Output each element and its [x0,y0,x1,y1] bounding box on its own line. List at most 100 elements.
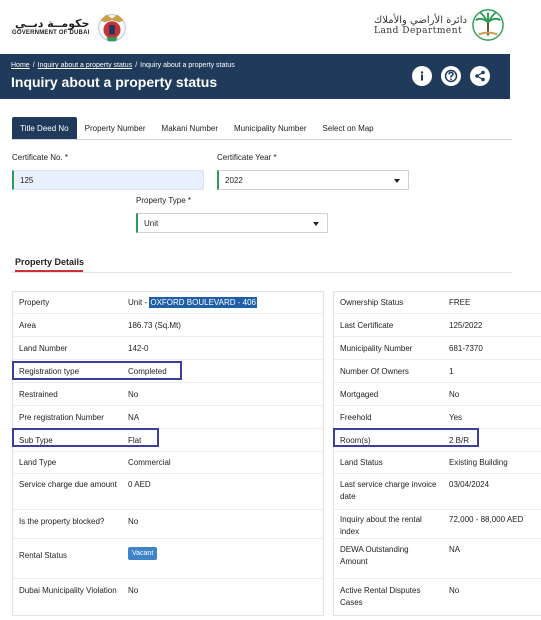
detail-row-mortgaged: Mortgaged No [334,383,541,406]
info-icon[interactable] [412,66,432,86]
property-details-left-panel: Property Unit - OXFORD BOULEVARD - 406 A… [12,291,324,616]
detail-key: Freehold [340,413,372,422]
detail-value: FREE [449,298,471,307]
detail-key: Is the property blocked? [19,517,105,526]
detail-value-highlighted: OXFORD BOULEVARD - 406 [149,297,257,308]
detail-value: Commercial [128,458,171,467]
detail-row-rental-status: Rental Status Vacant [13,539,323,579]
tab-municipality-number[interactable]: Municipality Number [226,117,314,139]
detail-value: 72,000 - 88,000 AED [449,515,524,524]
detail-key: Number Of Owners [340,367,409,376]
detail-row-last-service-charge-date: Last service charge invoice date 03/04/2… [334,474,541,510]
detail-value: 0 AED [128,480,151,489]
detail-key: Pre registration Number [19,413,104,422]
detail-key: Last Certificate [340,321,394,330]
breadcrumb: Home / Inquiry about a property status / Inq… [11,62,235,69]
breadcrumb-home-link[interactable]: Home [11,62,30,69]
property-details-right-panel: Ownership Status FREE Last Certificate 1… [333,291,541,616]
detail-row-land-number: Land Number 142-0 [13,337,323,360]
detail-row-land-type: Land Type Commercial [13,452,323,474]
certificate-year-select[interactable]: 2022 [217,170,409,190]
detail-row-property-blocked: Is the property blocked? No [13,510,323,539]
detail-row-property: Property Unit - OXFORD BOULEVARD - 406 [13,292,323,314]
government-of-dubai-logo[interactable]: حكومــة دبــي GOVERNMENT OF DUBAI [12,6,131,46]
certificate-year-value: 2022 [225,175,243,185]
detail-key: Area [19,321,36,330]
help-icon[interactable] [441,66,461,86]
detail-row-ownership-status: Ownership Status FREE [334,292,541,314]
section-divider [12,272,512,273]
detail-row-dm-violation: Dubai Municipality Violation No [13,579,323,616]
tab-select-on-map[interactable]: Select on Map [314,117,381,139]
detail-key: Land Status [340,458,383,467]
header-actions [412,66,490,86]
page-header: Home / Inquiry about a property status / Inq… [0,54,510,99]
detail-key: Mortgaged [340,390,379,399]
detail-value: No [128,390,139,399]
gov-english-text: GOVERNMENT OF DUBAI [12,29,90,36]
breadcrumb-separator: / [135,62,138,69]
detail-key: Dubai Municipality Violation [19,586,117,595]
share-icon[interactable] [470,66,490,86]
certificate-no-input[interactable]: 125 [12,170,204,190]
logo-bar: حكومــة دبــي GOVERNMENT OF DUBAI دائرة … [0,0,541,52]
certificate-year-label: Certificate Year * [217,153,277,162]
detail-row-dewa-outstanding: DEWA Outstanding Amount NA [334,539,541,579]
detail-row-rental-index: Inquiry about the rental index 72,000 - … [334,510,541,539]
land-arabic-text: دائرة الأراضي والأملاك [374,14,467,26]
detail-key: Municipality Number [340,344,413,353]
detail-value: Yes [449,413,463,422]
vacant-status-badge: Vacant [128,547,158,560]
detail-value: No [449,586,460,595]
search-tabs: Title Deed No Property Number Makani Num… [12,117,382,139]
detail-value: NA [449,545,461,554]
detail-row-active-rental-disputes: Active Rental Disputes Cases No [334,579,541,616]
chevron-down-icon [313,222,319,226]
detail-key: Active Rental Disputes Cases [340,586,421,607]
detail-key: Property [19,298,50,307]
rooms-callout [333,428,479,447]
detail-row-pre-registration-number: Pre registration Number NA [13,406,323,429]
detail-value: NA [128,413,140,422]
land-english-text: Land Department [374,25,463,36]
tab-property-number[interactable]: Property Number [77,117,154,139]
detail-key: Land Number [19,344,68,353]
land-department-logo[interactable]: دائرة الأراضي والأملاك Land Department [374,8,505,42]
gov-arabic-text: حكومــة دبــي [14,16,90,30]
detail-key: Last service charge invoice date [340,480,437,501]
property-type-select[interactable]: Unit [136,213,328,233]
detail-key: Ownership Status [340,298,404,307]
tab-makani-number[interactable]: Makani Number [154,117,226,139]
detail-row-municipality-number: Municipality Number 681-7370 [334,337,541,360]
tab-title-deed-no[interactable]: Title Deed No [12,117,77,139]
property-type-value: Unit [144,218,159,228]
detail-value: 03/04/2024 [449,480,490,489]
detail-key: Inquiry about the rental index [340,515,422,536]
property-type-label: Property Type * [136,196,191,205]
chevron-down-icon [394,179,400,183]
detail-key: DEWA Outstanding Amount [340,545,409,566]
breadcrumb-parent-link[interactable]: Inquiry about a property status [38,62,133,69]
detail-value: No [128,586,139,595]
detail-key: Restrained [19,390,58,399]
detail-row-land-status: Land Status Existing Building [334,452,541,474]
property-details-heading: Property Details [15,257,85,267]
breadcrumb-current: Inquiry about a property status [140,62,235,69]
detail-value: No [449,390,460,399]
section-accent-underline [15,270,83,272]
detail-value: 1 [449,367,454,376]
detail-value: No [128,517,139,526]
tabs-divider [12,139,512,140]
detail-key: Rental Status [19,551,68,560]
page-title: Inquiry about a property status [11,74,218,90]
detail-row-service-charge: Service charge due amount 0 AED [13,474,323,510]
detail-key: Land Type [19,458,57,467]
detail-value: 125/2022 [449,321,483,330]
detail-row-freehold: Freehold Yes [334,406,541,429]
palm-tree-logo-icon [472,9,504,41]
sub-type-callout [12,428,159,447]
detail-row-area: Area 186.73 (Sq.Mt) [13,314,323,337]
detail-value: 681-7370 [449,344,483,353]
detail-value: Existing Building [449,458,508,467]
detail-value: Unit - [128,298,150,307]
